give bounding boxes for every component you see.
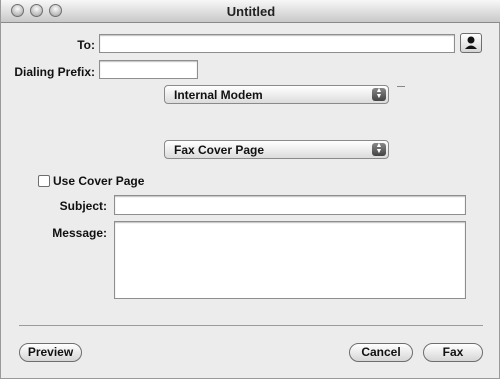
- message-label: Message:: [52, 226, 107, 240]
- footer-divider: [19, 325, 483, 326]
- subject-label: Subject:: [59, 199, 107, 213]
- dialing-prefix-field[interactable]: [99, 60, 198, 79]
- preview-button[interactable]: Preview: [19, 343, 82, 362]
- updown-arrows-icon: ▲ ▼: [372, 142, 386, 156]
- progress-indicator: [397, 86, 405, 87]
- use-cover-page-label[interactable]: Use Cover Page: [53, 174, 144, 188]
- address-book-button[interactable]: [460, 33, 482, 53]
- to-label: To:: [77, 38, 95, 52]
- updown-arrows-icon: ▲ ▼: [372, 87, 386, 101]
- modem-popup[interactable]: Internal Modem ▲ ▼: [164, 85, 389, 104]
- message-textarea[interactable]: [114, 221, 466, 299]
- fax-dialog-window: Untitled To: Dialing Prefix: Internal Mo…: [0, 0, 500, 379]
- cancel-button[interactable]: Cancel: [349, 343, 413, 362]
- address-book-person-icon: [465, 36, 477, 49]
- fax-button[interactable]: Fax: [423, 343, 483, 362]
- title-bar[interactable]: Untitled: [1, 0, 500, 23]
- use-cover-page-checkbox[interactable]: [38, 175, 50, 187]
- print-panel-popup-value: Fax Cover Page: [174, 143, 265, 157]
- modem-popup-value: Internal Modem: [174, 88, 263, 102]
- print-panel-popup[interactable]: Fax Cover Page ▲ ▼: [164, 140, 389, 159]
- dialing-prefix-label: Dialing Prefix:: [14, 65, 95, 79]
- to-field[interactable]: [99, 34, 455, 53]
- window-title: Untitled: [226, 4, 276, 19]
- subject-field[interactable]: [114, 195, 466, 215]
